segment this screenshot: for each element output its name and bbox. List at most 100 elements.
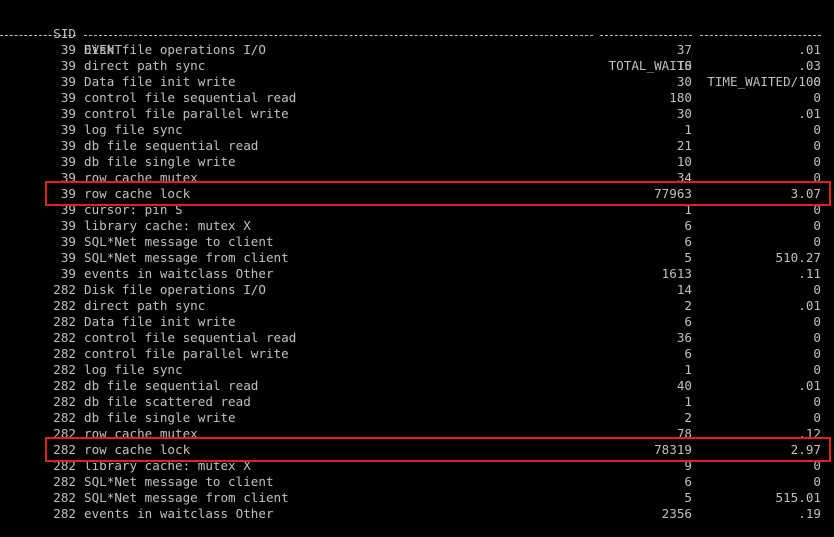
cell-event: control file parallel write: [84, 106, 289, 121]
cell-event: direct path sync: [84, 58, 206, 73]
cell-event: db file scattered read: [84, 394, 251, 409]
cell-time-waited: .11: [798, 266, 821, 281]
cell-sid: 39: [60, 42, 76, 57]
cell-sid: 282: [53, 298, 76, 313]
cell-total-waits: 180: [669, 90, 692, 105]
cell-event: control file parallel write: [84, 346, 289, 361]
cell-total-waits: 5: [684, 490, 692, 505]
cell-sid: 282: [53, 394, 76, 409]
cell-time-waited: 0: [813, 362, 821, 377]
cell-total-waits: 10: [676, 154, 692, 169]
cell-time-waited: 0: [813, 90, 821, 105]
cell-time-waited: 0: [813, 410, 821, 425]
cell-total-waits: 14: [676, 282, 692, 297]
cell-event: library cache: mutex X: [84, 218, 251, 233]
cell-event: db file single write: [84, 410, 236, 425]
cell-total-waits: 30: [676, 106, 692, 121]
cell-sid: 282: [53, 506, 76, 521]
cell-sid: 282: [53, 346, 76, 361]
cell-sid: 282: [53, 474, 76, 489]
cell-sid: 39: [60, 218, 76, 233]
cell-time-waited: .03: [798, 58, 821, 73]
cell-sid: 39: [60, 234, 76, 249]
cell-time-waited: 515.01: [775, 490, 822, 505]
cell-event: SQL*Net message from client: [84, 490, 289, 505]
cell-total-waits: 2: [684, 298, 692, 313]
cell-event: Disk file operations I/O: [84, 42, 266, 57]
cell-time-waited: .01: [798, 42, 821, 57]
cell-time-waited: 0: [813, 282, 821, 297]
cell-total-waits: 6: [684, 346, 692, 361]
cell-time-waited: 0: [813, 474, 821, 489]
cell-total-waits: 21: [676, 138, 692, 153]
cell-total-waits: 30: [676, 74, 692, 89]
cell-event: db file single write: [84, 154, 236, 169]
cell-time-waited: 0: [813, 122, 821, 137]
cell-event: SQL*Net message to client: [84, 474, 274, 489]
cell-total-waits: 40: [676, 378, 692, 393]
cell-sid: 282: [53, 378, 76, 393]
cell-total-waits: 1: [684, 362, 692, 377]
cell-total-waits: 6: [684, 314, 692, 329]
cell-event: Disk file operations I/O: [84, 282, 266, 297]
cell-event: log file sync: [84, 362, 183, 377]
cell-total-waits: 1613: [661, 266, 692, 281]
cell-time-waited: 0: [813, 138, 821, 153]
cell-sid: 39: [60, 58, 76, 73]
cell-time-waited: 0: [813, 154, 821, 169]
cell-total-waits: 6: [684, 234, 692, 249]
terminal-output: SID EVENT TOTAL_WAITS TIME_WAITED/100 39…: [0, 0, 834, 537]
cell-total-waits: 37: [676, 42, 692, 57]
cell-time-waited: .19: [798, 506, 821, 521]
cell-total-waits: 36: [676, 330, 692, 345]
cell-time-waited: 0: [813, 394, 821, 409]
cell-total-waits: 5: [684, 250, 692, 265]
cell-sid: 39: [60, 90, 76, 105]
cell-total-waits: 6: [684, 218, 692, 233]
cell-event: db file sequential read: [84, 378, 259, 393]
cell-total-waits: 1: [684, 122, 692, 137]
cell-event: db file sequential read: [84, 138, 259, 153]
cell-sid: 39: [60, 250, 76, 265]
cell-sid: 282: [53, 314, 76, 329]
cell-total-waits: 1: [684, 394, 692, 409]
cell-event: control file sequential read: [84, 330, 297, 345]
cell-time-waited: 0: [813, 330, 821, 345]
cell-event: SQL*Net message from client: [84, 250, 289, 265]
cell-sid: 39: [60, 106, 76, 121]
cell-sid: 39: [60, 266, 76, 281]
cell-time-waited: .01: [798, 106, 821, 121]
cell-event: Data file init write: [84, 314, 236, 329]
cell-event: log file sync: [84, 122, 183, 137]
cell-time-waited: .01: [798, 378, 821, 393]
cell-event: events in waitclass Other: [84, 266, 274, 281]
cell-event: events in waitclass Other: [84, 506, 274, 521]
column-header-row: SID EVENT TOTAL_WAITS TIME_WAITED/100: [0, 10, 821, 89]
cell-event: direct path sync: [84, 298, 206, 313]
cell-time-waited: 510.27: [775, 250, 822, 265]
cell-sid: 282: [53, 410, 76, 425]
cell-event: SQL*Net message to client: [84, 234, 274, 249]
cell-time-waited: 0: [813, 234, 821, 249]
cell-time-waited: 0: [813, 74, 821, 89]
cell-time-waited: 0: [813, 314, 821, 329]
cell-total-waits: 10: [676, 58, 692, 73]
cell-time-waited: .01: [798, 298, 821, 313]
cell-total-waits: 2: [684, 410, 692, 425]
cell-sid: 39: [60, 138, 76, 153]
cell-sid: 39: [60, 154, 76, 169]
cell-time-waited: 0: [813, 218, 821, 233]
cell-event: Data file init write: [84, 74, 236, 89]
cell-sid: 39: [60, 74, 76, 89]
cell-time-waited: 0: [813, 346, 821, 361]
highlight-box: [45, 437, 831, 462]
cell-total-waits: 2356: [661, 506, 692, 521]
highlight-box: [45, 181, 831, 206]
cell-event: control file sequential read: [84, 90, 297, 105]
cell-sid: 282: [53, 330, 76, 345]
cell-sid: 282: [53, 490, 76, 505]
cell-sid: 282: [53, 282, 76, 297]
cell-sid: 39: [60, 122, 76, 137]
header-separator: [0, 32, 834, 40]
cell-sid: 282: [53, 362, 76, 377]
